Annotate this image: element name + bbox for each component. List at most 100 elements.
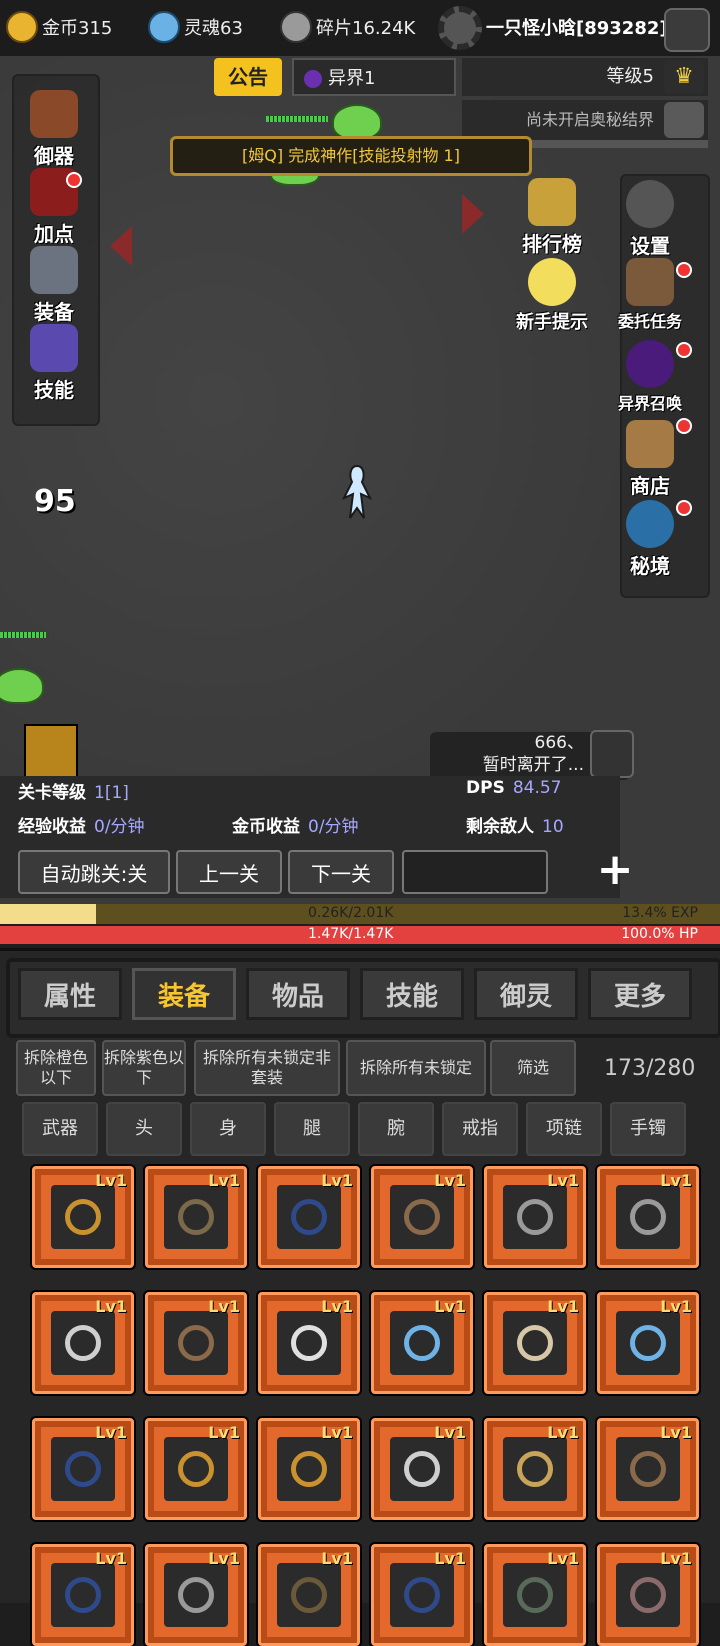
empty-slot-button[interactable] <box>402 850 548 894</box>
filter-bracelet[interactable]: 手镯 <box>610 1102 686 1156</box>
filter-wrist[interactable]: 腕 <box>358 1102 434 1156</box>
ring-icon <box>277 1437 341 1501</box>
item-level: Lv1 <box>95 1171 127 1190</box>
inventory-slot[interactable]: Lv1 <box>258 1292 360 1394</box>
inventory-slot[interactable]: Lv1 <box>258 1544 360 1646</box>
inventory-slot[interactable]: Lv1 <box>145 1544 247 1646</box>
ring-icon <box>51 1185 115 1249</box>
realm-tab[interactable]: 异界1 <box>292 58 456 96</box>
inventory-slot[interactable]: Lv1 <box>484 1292 586 1394</box>
inventory-slot[interactable]: Lv1 <box>597 1544 699 1646</box>
twin-swords-icon-shape <box>517 1577 553 1613</box>
inventory-slot[interactable]: Lv1 <box>32 1166 134 1268</box>
auto-skip-button[interactable]: 自动跳关:关 <box>18 850 170 894</box>
item-level: Lv1 <box>95 1549 127 1568</box>
tab-equipment[interactable]: 装备 <box>132 968 236 1020</box>
remove-all-unlocked-button[interactable]: 拆除所有未锁定 <box>346 1040 486 1096</box>
inventory-slot[interactable]: Lv1 <box>597 1166 699 1268</box>
inventory-slot[interactable]: Lv1 <box>484 1418 586 1520</box>
dps-value: 84.57 <box>512 778 562 798</box>
menu-skills[interactable]: 技能 <box>14 324 94 403</box>
vortex-icon[interactable] <box>664 102 704 138</box>
player-name[interactable]: 一只怪小晗[893282] <box>486 14 668 40</box>
quest-banner[interactable]: [姆Q] 完成神作[技能投射物 1] <box>170 136 532 176</box>
filter-necklace[interactable]: 项链 <box>526 1102 602 1156</box>
tab-more[interactable]: 更多 <box>588 968 692 1020</box>
artifact-icon <box>30 90 78 138</box>
plus-icon[interactable]: + <box>590 848 640 896</box>
inventory-slot[interactable]: Lv1 <box>145 1166 247 1268</box>
notice-tab[interactable]: 公告 <box>214 58 282 96</box>
filter-weapon[interactable]: 武器 <box>22 1102 98 1156</box>
tab-spirits[interactable]: 御灵 <box>474 968 578 1020</box>
bracelet-icon-shape <box>630 1325 666 1361</box>
inventory-slot[interactable]: Lv1 <box>371 1166 473 1268</box>
inventory-slot[interactable]: Lv1 <box>32 1418 134 1520</box>
menu-tips[interactable]: 新手提示 <box>512 258 592 334</box>
item-level: Lv1 <box>434 1171 466 1190</box>
inventory-slot[interactable]: Lv1 <box>484 1544 586 1646</box>
necklace-icon-shape <box>178 1199 214 1235</box>
rank-badge-icon[interactable] <box>664 8 710 52</box>
chat-line: 666、 <box>534 733 584 753</box>
filter-head[interactable]: 头 <box>106 1102 182 1156</box>
weapon-skill-icon[interactable] <box>24 724 78 778</box>
inventory-slot[interactable]: Lv1 <box>597 1292 699 1394</box>
next-stage-button[interactable]: 下一关 <box>288 850 394 894</box>
menu-settings-label: 设置 <box>630 234 670 258</box>
inventory-slot[interactable]: Lv1 <box>32 1544 134 1646</box>
filter-legs[interactable]: 腿 <box>274 1102 350 1156</box>
inventory-slot[interactable]: Lv1 <box>145 1292 247 1394</box>
menu-summon-label: 异界召唤 <box>617 394 682 413</box>
menu-secret-realm-label: 秘境 <box>630 554 670 578</box>
ring-icon-shape <box>178 1451 214 1487</box>
boot-icon-shape <box>65 1451 101 1487</box>
item-level: Lv1 <box>547 1423 579 1442</box>
left-arrow-icon[interactable] <box>110 226 132 266</box>
saber-icon <box>277 1311 341 1375</box>
item-level: Lv1 <box>321 1423 353 1442</box>
remove-purple-button[interactable]: 拆除紫色以下 <box>102 1040 186 1096</box>
inventory-slot[interactable]: Lv1 <box>145 1418 247 1520</box>
item-level: Lv1 <box>434 1549 466 1568</box>
menu-equipment[interactable]: 装备 <box>14 246 94 325</box>
filter-button[interactable]: 筛选 <box>490 1040 576 1096</box>
stage-level-label: 关卡等级 <box>18 783 86 803</box>
inventory-slot[interactable]: Lv1 <box>371 1292 473 1394</box>
item-level: Lv1 <box>434 1297 466 1316</box>
inventory-slot[interactable]: Lv1 <box>371 1418 473 1520</box>
crossbow-icon <box>277 1563 341 1627</box>
inventory-slot[interactable]: Lv1 <box>597 1418 699 1520</box>
remove-unlocked-nonset-button[interactable]: 拆除所有未锁定非套装 <box>194 1040 340 1096</box>
menu-add-points-label: 加点 <box>34 222 74 246</box>
inventory-slot[interactable]: Lv1 <box>258 1166 360 1268</box>
menu-leaderboard[interactable]: 排行榜 <box>512 178 592 257</box>
menu-add-points[interactable]: 加点 <box>14 168 94 247</box>
twin-swords-icon <box>503 1563 567 1627</box>
tab-items[interactable]: 物品 <box>246 968 350 1020</box>
exp-income-label: 经验收益 <box>18 817 86 837</box>
item-level: Lv1 <box>208 1297 240 1316</box>
filter-body[interactable]: 身 <box>190 1102 266 1156</box>
tab-skills[interactable]: 技能 <box>360 968 464 1020</box>
menu-settings[interactable]: 设置 <box>610 180 690 259</box>
right-arrow-icon[interactable] <box>462 194 484 234</box>
gear-icon <box>626 180 674 228</box>
amulet-icon <box>616 1437 680 1501</box>
inventory-slot[interactable]: Lv1 <box>484 1166 586 1268</box>
gear-icon[interactable] <box>438 6 482 50</box>
tab-attributes[interactable]: 属性 <box>18 968 122 1020</box>
filter-ring[interactable]: 戒指 <box>442 1102 518 1156</box>
inventory-slot[interactable]: Lv1 <box>32 1292 134 1394</box>
chat-avatar[interactable] <box>590 730 634 778</box>
slime-enemy <box>0 668 44 704</box>
inventory-slot[interactable]: Lv1 <box>371 1544 473 1646</box>
remove-orange-button[interactable]: 拆除橙色以下 <box>16 1040 96 1096</box>
inventory-slot[interactable]: Lv1 <box>258 1418 360 1520</box>
notification-dot <box>676 262 692 278</box>
menu-commission-label: 委托任务 <box>617 312 682 331</box>
menu-artifact[interactable]: 御器 <box>14 90 94 169</box>
prev-stage-button[interactable]: 上一关 <box>176 850 282 894</box>
hat-icon-shape <box>517 1325 553 1361</box>
crown-icon[interactable]: ♛ <box>664 60 704 94</box>
